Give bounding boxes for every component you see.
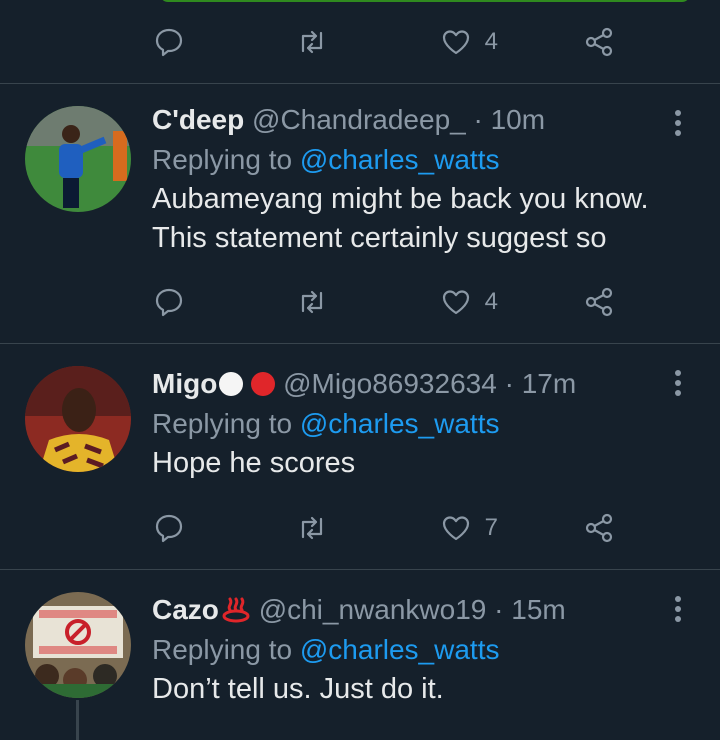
hot-springs-emoji-icon: [222, 597, 250, 623]
reply-icon: [155, 514, 183, 543]
display-name[interactable]: Cazo: [152, 594, 219, 625]
mention-link[interactable]: @charles_watts: [300, 144, 500, 175]
share-button[interactable]: [582, 25, 622, 59]
share-icon: [585, 513, 613, 543]
handle[interactable]: @Chandradeep_: [252, 104, 466, 135]
separator: ·: [494, 594, 504, 625]
more-options-icon[interactable]: [666, 592, 690, 626]
share-icon: [585, 27, 613, 57]
like-button[interactable]: 4: [439, 25, 579, 59]
action-bar: 7: [152, 506, 622, 550]
white-circle-emoji-icon: [219, 372, 244, 396]
heart-icon: [442, 516, 469, 541]
reply-button[interactable]: [152, 511, 292, 545]
tweet-header: C'deep @Chandradeep_ · 10m: [152, 102, 545, 138]
replying-prefix: Replying to: [152, 634, 300, 665]
replying-to: Replying to @charles_watts: [152, 142, 499, 178]
tweet-header: Cazo @chi_nwankwo19 · 15m: [152, 592, 566, 628]
replying-to: Replying to @charles_watts: [152, 632, 499, 668]
avatar[interactable]: [25, 106, 131, 212]
share-icon: [585, 287, 613, 317]
display-name[interactable]: C'deep: [152, 104, 244, 135]
divider: [0, 343, 720, 344]
share-button[interactable]: [582, 511, 622, 545]
share-button[interactable]: [582, 285, 622, 319]
retweet-button[interactable]: [295, 511, 435, 545]
separator: ·: [473, 104, 483, 135]
retweet-button[interactable]: [295, 25, 435, 59]
handle[interactable]: @chi_nwankwo19: [259, 594, 487, 625]
like-button[interactable]: 7: [439, 511, 579, 545]
tweet-text: Don’t tell us. Just do it.: [152, 673, 444, 705]
timestamp[interactable]: 10m: [491, 104, 545, 135]
like-count: 4: [484, 288, 499, 315]
tweet-header: Migo @Migo86932634 · 17m: [152, 366, 576, 402]
handle[interactable]: @Migo86932634: [283, 368, 497, 399]
mention-link[interactable]: @charles_watts: [300, 408, 500, 439]
avatar[interactable]: [25, 592, 131, 698]
reply-button[interactable]: [152, 25, 292, 59]
retweet-icon: [302, 516, 323, 540]
retweet-button[interactable]: [295, 285, 435, 319]
timestamp[interactable]: 15m: [511, 594, 565, 625]
more-options-icon[interactable]: [666, 366, 690, 400]
replying-to: Replying to @charles_watts: [152, 406, 499, 442]
tweet-text: Aubameyang might be back you know. This …: [152, 183, 649, 254]
more-options-icon[interactable]: [666, 106, 690, 140]
reply-icon: [155, 28, 183, 57]
reply-button[interactable]: [152, 285, 292, 319]
separator: ·: [504, 368, 514, 399]
divider: [0, 83, 720, 84]
replying-prefix: Replying to: [152, 408, 300, 439]
heart-icon: [442, 30, 469, 55]
like-button[interactable]: 4: [439, 285, 579, 319]
retweet-icon: [302, 30, 323, 54]
previous-tweet-media-edge: [160, 0, 690, 2]
like-count: 4: [484, 28, 499, 55]
mention-link[interactable]: @charles_watts: [300, 634, 500, 665]
avatar[interactable]: [25, 366, 131, 472]
red-circle-emoji-icon: [251, 372, 276, 396]
action-bar: 4: [152, 280, 622, 324]
like-count: 7: [484, 514, 499, 541]
retweet-icon: [302, 290, 323, 314]
tweet-text: Hope he scores: [152, 447, 356, 479]
timestamp[interactable]: 17m: [522, 368, 576, 399]
action-bar: 4: [152, 20, 622, 64]
divider: [0, 569, 720, 570]
heart-icon: [442, 290, 469, 315]
reply-icon: [155, 288, 183, 317]
thread-connector: [76, 700, 79, 740]
display-name[interactable]: Migo: [152, 368, 217, 399]
replying-prefix: Replying to: [152, 144, 300, 175]
